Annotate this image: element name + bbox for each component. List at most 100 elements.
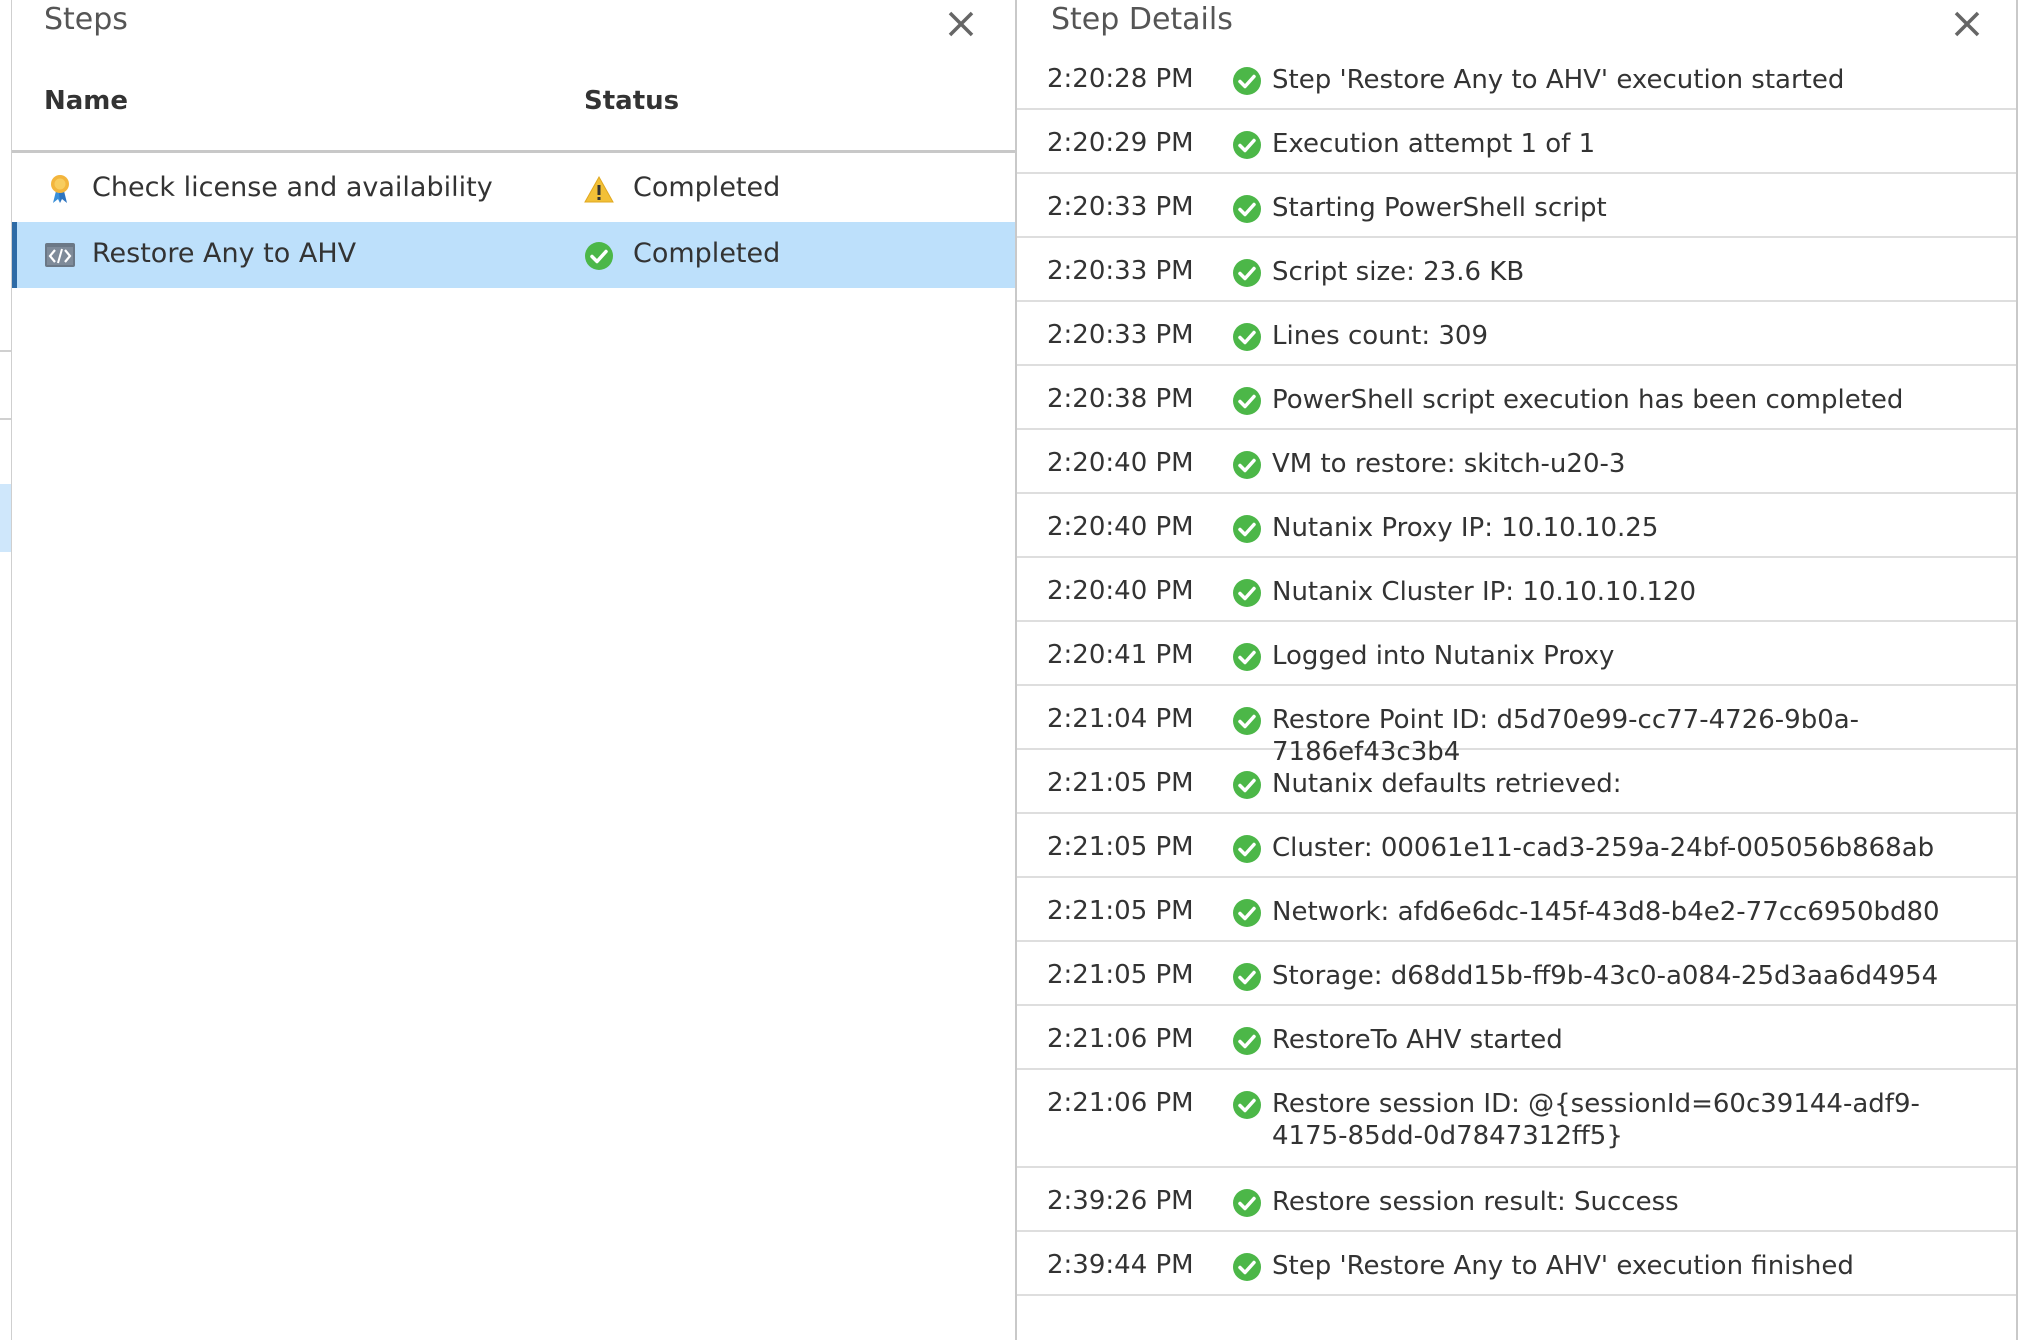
detail-log-row: 2:20:28 PM Step 'Restore Any to AHV' exec… <box>1017 46 2016 110</box>
column-header-status[interactable]: Status <box>584 86 679 116</box>
success-check-icon <box>1233 259 1261 287</box>
steps-panel: Steps Name Status Check license and avai… <box>12 0 1015 1340</box>
detail-log-row: 2:20:40 PM Nutanix Proxy IP: 10.10.10.25 <box>1017 494 2016 558</box>
header-divider <box>12 150 1015 153</box>
detail-message: Starting PowerShell script <box>1272 193 1607 223</box>
detail-message: Nutanix Proxy IP: 10.10.10.25 <box>1272 513 1659 543</box>
detail-log-row: 2:20:38 PM PowerShell script execution ha… <box>1017 366 2016 430</box>
detail-message: Cluster: 00061e11-cad3-259a-24bf-005056b… <box>1272 833 1935 863</box>
detail-message: Logged into Nutanix Proxy <box>1272 641 1615 671</box>
detail-log-row: 2:21:04 PM Restore Point ID: d5d70e99-cc7… <box>1017 686 2016 767</box>
detail-message: Restore session ID: @{sessionId=60c39144… <box>1272 1089 1920 1151</box>
detail-log-row: 2:20:40 PM VM to restore: skitch-u20-3 <box>1017 430 2016 494</box>
detail-message: Execution attempt 1 of 1 <box>1272 129 1596 159</box>
detail-message: Storage: d68dd15b-ff9b-43c0-a084-25d3aa6… <box>1272 961 1939 991</box>
success-check-icon <box>1233 963 1261 991</box>
detail-log-row: 2:21:05 PM Nutanix defaults retrieved: <box>1017 750 2016 814</box>
script-icon <box>45 243 75 267</box>
success-check-icon <box>1233 323 1261 351</box>
success-check-icon <box>1233 131 1261 159</box>
detail-message: Step 'Restore Any to AHV' execution fini… <box>1272 1251 1854 1281</box>
left-edge-tick <box>0 350 11 352</box>
detail-timestamp: 2:20:33 PM <box>1047 256 1194 286</box>
step-status: Completed <box>633 172 781 203</box>
detail-timestamp: 2:20:41 PM <box>1047 640 1194 670</box>
detail-log-row: 2:20:40 PM Nutanix Cluster IP: 10.10.10.1… <box>1017 558 2016 622</box>
column-header-name[interactable]: Name <box>44 86 128 116</box>
detail-log-row: 2:20:33 PM Starting PowerShell script <box>1017 174 2016 238</box>
success-check-icon <box>1233 771 1261 799</box>
detail-message: VM to restore: skitch-u20-3 <box>1272 449 1626 479</box>
detail-log-row: 2:39:26 PM Restore session result: Succes… <box>1017 1168 2016 1232</box>
detail-log-row: 2:20:29 PM Execution attempt 1 of 1 <box>1017 110 2016 174</box>
detail-message: Nutanix Cluster IP: 10.10.10.120 <box>1272 577 1696 607</box>
detail-timestamp: 2:39:44 PM <box>1047 1250 1194 1280</box>
detail-message: Step 'Restore Any to AHV' execution star… <box>1272 65 1845 95</box>
success-check-icon <box>585 242 613 270</box>
step-status: Completed <box>633 238 781 269</box>
detail-timestamp: 2:20:40 PM <box>1047 576 1194 606</box>
success-check-icon <box>1233 67 1261 95</box>
detail-timestamp: 2:21:05 PM <box>1047 896 1194 926</box>
left-edge-tick <box>0 418 11 420</box>
step-details-title: Step Details <box>1051 2 1233 37</box>
detail-timestamp: 2:20:38 PM <box>1047 384 1194 414</box>
success-check-icon <box>1233 1189 1261 1217</box>
steps-close-button[interactable] <box>941 4 981 44</box>
detail-log-row: 2:21:05 PM Cluster: 00061e11-cad3-259a-24… <box>1017 814 2016 878</box>
page: Steps Name Status Check license and avai… <box>0 0 2024 1340</box>
detail-timestamp: 2:21:05 PM <box>1047 768 1194 798</box>
success-check-icon <box>1233 451 1261 479</box>
license-icon <box>51 175 69 203</box>
detail-timestamp: 2:20:29 PM <box>1047 128 1194 158</box>
detail-timestamp: 2:20:40 PM <box>1047 448 1194 478</box>
detail-log-row: 2:21:06 PM RestoreTo AHV started <box>1017 1006 2016 1070</box>
detail-timestamp: 2:21:05 PM <box>1047 832 1194 862</box>
detail-timestamp: 2:20:40 PM <box>1047 512 1194 542</box>
detail-timestamp: 2:20:33 PM <box>1047 192 1194 222</box>
detail-timestamp: 2:21:05 PM <box>1047 960 1194 990</box>
detail-message: Restore session result: Success <box>1272 1187 1679 1217</box>
detail-log-row: 2:21:05 PM Network: afd6e6dc-145f-43d8-b4… <box>1017 878 2016 942</box>
warning-icon <box>584 175 614 203</box>
success-check-icon <box>1233 579 1261 607</box>
success-check-icon <box>1233 1027 1261 1055</box>
close-icon <box>948 11 974 37</box>
detail-log-row: 2:20:41 PM Logged into Nutanix Proxy <box>1017 622 2016 686</box>
detail-timestamp: 2:21:04 PM <box>1047 704 1194 734</box>
detail-message: Nutanix defaults retrieved: <box>1272 769 1622 799</box>
success-check-icon <box>1233 195 1261 223</box>
detail-timestamp: 2:21:06 PM <box>1047 1024 1194 1054</box>
left-edge-selection <box>0 484 11 552</box>
success-check-icon <box>1233 1253 1261 1281</box>
detail-timestamp: 2:39:26 PM <box>1047 1186 1194 1216</box>
success-check-icon <box>1233 835 1261 863</box>
detail-timestamp: 2:20:33 PM <box>1047 320 1194 350</box>
detail-timestamp: 2:20:28 PM <box>1047 64 1194 94</box>
detail-message: Lines count: 309 <box>1272 321 1488 351</box>
success-check-icon <box>1233 643 1261 671</box>
details-border <box>2016 0 2018 1340</box>
detail-log-row: 2:20:33 PM Script size: 23.6 KB <box>1017 238 2016 302</box>
step-name: Check license and availability <box>92 172 493 203</box>
detail-message: Network: afd6e6dc-145f-43d8-b4e2-77cc695… <box>1272 897 1940 927</box>
detail-message: PowerShell script execution has been com… <box>1272 385 1904 415</box>
success-check-icon <box>1233 899 1261 927</box>
step-row[interactable]: Check license and availability Completed <box>12 156 1015 222</box>
close-icon <box>1954 11 1980 37</box>
detail-log-row: 2:21:05 PM Storage: d68dd15b-ff9b-43c0-a0… <box>1017 942 2016 1006</box>
detail-log-row: 2:39:44 PM Step 'Restore Any to AHV' exec… <box>1017 1232 2016 1296</box>
step-details-panel: Step Details 2:20:28 PM Step 'Restore Any… <box>1015 0 2018 1340</box>
detail-log-row: 2:21:06 PM Restore session ID: @{sessionI… <box>1017 1070 2016 1168</box>
step-name: Restore Any to AHV <box>92 238 357 269</box>
success-check-icon <box>1233 515 1261 543</box>
success-check-icon <box>1233 707 1261 735</box>
success-check-icon <box>1233 387 1261 415</box>
step-row-selected[interactable]: Restore Any to AHV Completed <box>12 222 1015 288</box>
steps-panel-title: Steps <box>44 2 128 37</box>
detail-message: Script size: 23.6 KB <box>1272 257 1525 287</box>
success-check-icon <box>1233 1091 1261 1119</box>
detail-log-row: 2:20:33 PM Lines count: 309 <box>1017 302 2016 366</box>
step-details-close-button[interactable] <box>1947 4 1987 44</box>
detail-message: RestoreTo AHV started <box>1272 1025 1563 1055</box>
